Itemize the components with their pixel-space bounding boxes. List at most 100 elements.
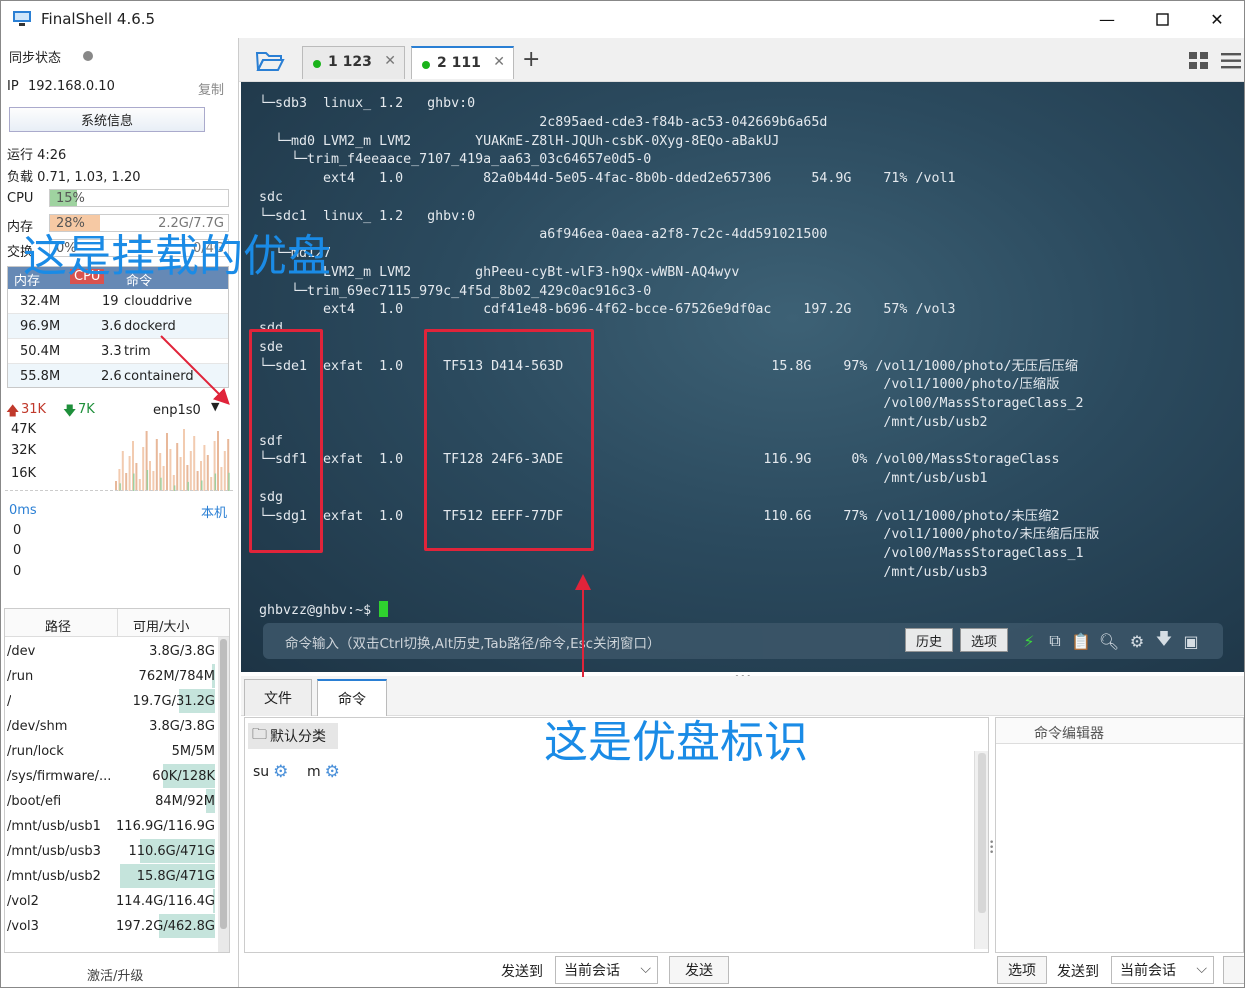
process-row[interactable]: 50.4M 3.3 trim: [8, 339, 228, 364]
process-mem: 55.8M: [20, 369, 61, 384]
process-row[interactable]: 32.4M 19 clouddrive: [8, 289, 228, 314]
activate-upgrade-link[interactable]: 激活/升级: [87, 965, 143, 984]
options-button[interactable]: 选项: [960, 628, 1008, 652]
editor-send-button[interactable]: [1223, 956, 1244, 984]
net-scale-high: 47K: [11, 422, 37, 437]
new-tab-plus-icon[interactable]: +: [522, 47, 540, 72]
traffic-bar: [217, 431, 219, 491]
category-label: 默认分类: [270, 729, 327, 745]
traffic-bar: [142, 447, 145, 491]
search-icon[interactable]: 🔍︎: [1099, 631, 1119, 651]
send-target-select-2[interactable]: 当前会话 ⌵: [1111, 956, 1214, 984]
title-bar: FinalShell 4.6.5 — ✕: [1, 1, 1244, 38]
interface-dropdown-icon[interactable]: ▼: [211, 400, 219, 413]
disk-row[interactable]: /dev 3.8G/3.8G: [5, 639, 229, 664]
disk-row[interactable]: /run/lock 5M/5M: [5, 739, 229, 764]
scrollbar-thumb[interactable]: [978, 753, 986, 913]
disk-row[interactable]: /mnt/usb/usb2 15.8G/471G: [5, 864, 229, 889]
chevron-down-icon: ⌵: [640, 961, 651, 977]
command-item-m[interactable]: m ⚙: [307, 762, 340, 782]
scrollbar-thumb[interactable]: [220, 639, 227, 929]
disk-size: 762M/784M: [138, 669, 215, 684]
tab-files[interactable]: 文件: [244, 679, 312, 716]
chevron-down-icon: ⌵: [1196, 961, 1207, 977]
close-tab-icon[interactable]: ✕: [493, 54, 505, 70]
folder-icon: 🗀: [252, 724, 268, 743]
system-info-button[interactable]: 系统信息: [9, 107, 205, 132]
process-cmd: trim: [124, 344, 151, 359]
grid-view-icon[interactable]: [1189, 52, 1209, 69]
maximize-icon: [1155, 12, 1169, 26]
traffic-bar: [179, 457, 182, 491]
disk-table-scrollbar[interactable]: [218, 637, 229, 952]
traffic-bar-download: [146, 470, 149, 491]
traffic-bar: [149, 461, 151, 491]
disk-row[interactable]: / 19.7G/31.2G: [5, 689, 229, 714]
col-available-size[interactable]: 可用/大小: [133, 616, 189, 635]
disk-path: /mnt/usb/usb1: [7, 819, 101, 834]
traffic-bar: [196, 471, 199, 491]
command-list-scrollbar[interactable]: [974, 751, 988, 949]
terminal-panel[interactable]: └─sdb3 linux_ 1.2 ghbv:0 2c895aed-cde3-f…: [241, 82, 1244, 672]
command-input-placeholder[interactable]: 命令输入（双击Ctrl切换,Alt历史,Tab路径/命令,Esc关闭窗口）: [285, 632, 661, 652]
send-button[interactable]: 发送: [669, 956, 729, 984]
process-cpu: 3.3: [101, 344, 122, 359]
ping-host[interactable]: 本机: [201, 502, 227, 521]
category-default[interactable]: 🗀 默认分类: [248, 723, 338, 749]
command-editor-panel: 命令编辑器: [995, 717, 1244, 953]
process-cpu: 2.6: [101, 369, 122, 384]
disk-row[interactable]: /vol3 197.2G/462.8G: [5, 914, 229, 939]
disk-row[interactable]: /dev/shm 3.8G/3.8G: [5, 714, 229, 739]
download-arrow-icon[interactable]: 🡇: [1154, 629, 1174, 651]
command-item-su[interactable]: su ⚙: [253, 762, 288, 782]
disk-row[interactable]: /mnt/usb/usb1 116.9G/116.9G: [5, 814, 229, 839]
header-divider: [117, 609, 118, 637]
tab-commands[interactable]: 命令: [317, 679, 387, 716]
maximize-button[interactable]: [1149, 7, 1175, 31]
window-icon[interactable]: ▣: [1181, 631, 1201, 651]
process-cmd: dockerd: [124, 319, 176, 334]
ip-value: 192.168.0.10: [28, 79, 115, 94]
close-tab-icon[interactable]: ✕: [384, 53, 396, 69]
gear-icon[interactable]: ⚙: [325, 762, 340, 782]
menu-icon[interactable]: [1221, 52, 1241, 69]
annotation-usb-id: 这是优盘标识: [544, 717, 808, 768]
editor-options-button[interactable]: 选项: [997, 956, 1047, 984]
disk-size: 110.6G/471G: [128, 844, 215, 859]
lightning-icon[interactable]: ⚡: [1019, 631, 1039, 651]
disk-row[interactable]: /vol2 114.4G/116.4G: [5, 889, 229, 914]
open-folder-icon[interactable]: [255, 49, 285, 71]
history-button[interactable]: 历史: [905, 628, 953, 652]
disk-row[interactable]: /run 762M/784M: [5, 664, 229, 689]
copy-icon[interactable]: ⧉: [1045, 631, 1065, 651]
col-path[interactable]: 路径: [45, 616, 71, 635]
process-row[interactable]: 96.9M 3.6 dockerd: [8, 314, 228, 339]
disk-size: 3.8G/3.8G: [149, 644, 215, 659]
tab-label: 1 123: [328, 54, 372, 70]
traffic-bar-download: [160, 477, 162, 491]
disk-row[interactable]: /mnt/usb/usb3 110.6G/471G: [5, 839, 229, 864]
settings-gear-icon[interactable]: ⚙: [1127, 631, 1147, 651]
ip-label: IP: [7, 79, 19, 94]
network-interface[interactable]: enp1s0: [153, 403, 201, 418]
copy-ip-link[interactable]: 复制: [198, 79, 224, 98]
app-logo-icon: [13, 11, 31, 26]
disk-row[interactable]: /sys/firmware/... 60K/128K: [5, 764, 229, 789]
command-input-bar[interactable]: 命令输入（双击Ctrl切换,Alt历史,Tab路径/命令,Esc关闭窗口） 历史…: [263, 623, 1223, 659]
terminal-output[interactable]: └─sdb3 linux_ 1.2 ghbv:0 2c895aed-cde3-f…: [259, 95, 1099, 621]
tab-session-1[interactable]: 1 123 ✕: [302, 46, 405, 79]
gear-icon[interactable]: ⚙: [273, 762, 288, 782]
send-target-value: 当前会话: [564, 963, 620, 979]
paste-icon[interactable]: 📋: [1071, 631, 1091, 651]
command-editor-textarea[interactable]: [996, 745, 1243, 952]
process-row[interactable]: 55.8M 2.6 containerd: [8, 364, 228, 387]
disk-size: 60K/128K: [152, 769, 215, 784]
disk-row[interactable]: /boot/efi 84M/92M: [5, 789, 229, 814]
divider: [5, 490, 233, 491]
disk-path: /boot/efi: [7, 794, 62, 809]
tab-session-2[interactable]: 2 111 ✕: [411, 46, 514, 79]
minimize-button[interactable]: —: [1094, 7, 1120, 31]
vertical-splitter-handle[interactable]: • • •: [989, 839, 994, 858]
send-target-select[interactable]: 当前会话 ⌵: [555, 956, 658, 984]
close-button[interactable]: ✕: [1204, 7, 1230, 31]
